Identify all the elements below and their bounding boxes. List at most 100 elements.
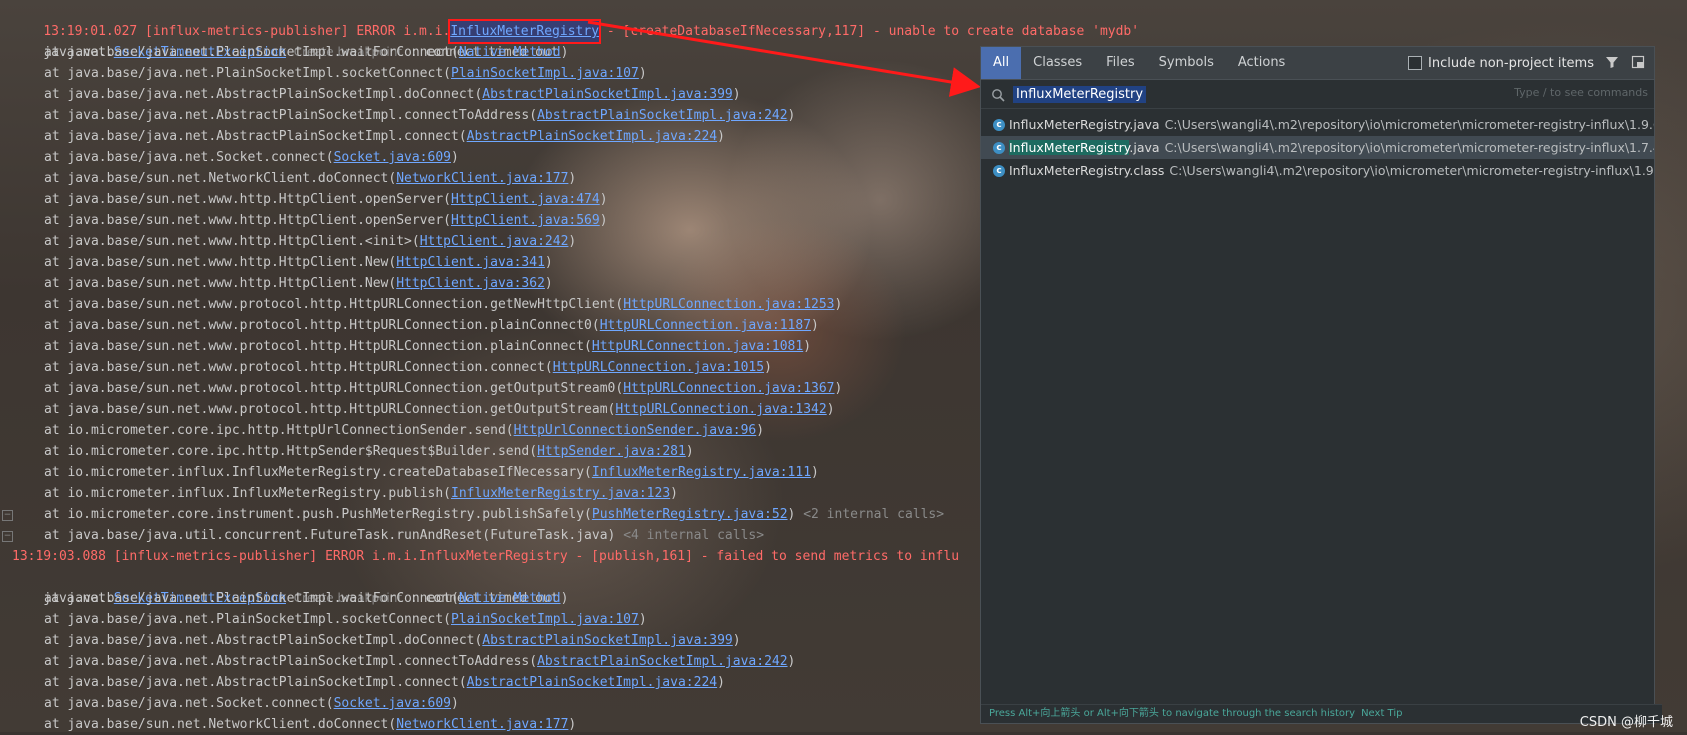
frame-method: at java.base/java.net.Socket.connect( bbox=[44, 696, 334, 711]
checkbox-box[interactable] bbox=[1408, 56, 1423, 70]
frame-method: at java.base/sun.net.www.http.HttpClient… bbox=[44, 255, 397, 270]
source-link[interactable]: HttpClient.java:362 bbox=[396, 276, 545, 291]
tab-files[interactable]: Files bbox=[1094, 47, 1147, 79]
popup-footer: Press Alt+向上箭头 or Alt+向下箭头 to navigate t… bbox=[981, 704, 1662, 723]
source-link[interactable]: HttpURLConnection.java:1015 bbox=[553, 360, 764, 375]
next-tip-link[interactable]: Next Tip bbox=[1361, 708, 1402, 719]
open-in-tool-window-icon[interactable] bbox=[1630, 55, 1646, 71]
frame-method: at java.base/java.net.AbstractPlainSocke… bbox=[44, 654, 538, 669]
stack-frame: at java.base/sun.net.NetworkClient.doCon… bbox=[0, 168, 576, 189]
exception-line-2: java.net.SocketTimeoutException Create b… bbox=[12, 567, 558, 606]
frame-tail: ) bbox=[811, 465, 819, 480]
source-link[interactable]: NetworkClient.java:177 bbox=[396, 717, 568, 732]
stack-frame: at java.base/sun.net.www.protocol.http.H… bbox=[0, 357, 772, 378]
source-link[interactable]: Native Method bbox=[459, 591, 561, 606]
internal-calls-fold[interactable]: <4 internal calls> bbox=[623, 528, 764, 543]
search-hint: Type / to see commands bbox=[1514, 86, 1648, 99]
frame-tail: ) bbox=[685, 444, 694, 459]
search-row: InfluxMeterRegistry Type / to see comman… bbox=[981, 80, 1654, 109]
frame-tail: ) bbox=[638, 66, 647, 81]
source-link[interactable]: AbstractPlainSocketImpl.java:399 bbox=[482, 87, 732, 102]
stack-frame: at io.micrometer.influx.InfluxMeterRegis… bbox=[0, 462, 819, 483]
frame-tail: ) bbox=[544, 276, 553, 291]
source-link[interactable]: PushMeterRegistry.java:52 bbox=[592, 507, 788, 522]
source-link[interactable]: PlainSocketImpl.java:107 bbox=[451, 66, 639, 81]
source-link[interactable]: HttpURLConnection.java:1253 bbox=[623, 297, 834, 312]
result-file-name: InfluxMeterRegistry.java bbox=[1009, 140, 1160, 155]
footer-hint: Press Alt+向上箭头 or Alt+向下箭头 to navigate t… bbox=[989, 708, 1356, 719]
frame-method: at io.micrometer.influx.InfluxMeterRegis… bbox=[44, 465, 592, 480]
tab-classes[interactable]: Classes bbox=[1021, 47, 1094, 79]
search-result-item[interactable]: c InfluxMeterRegistry.java C:\Users\wangli… bbox=[981, 136, 1654, 159]
error-line-2: 13:19:03.088 [influx-metrics-publisher] … bbox=[12, 549, 960, 564]
source-link[interactable]: HttpURLConnection.java:1187 bbox=[600, 318, 811, 333]
stack-frame: at java.base/java.net.AbstractPlainSocke… bbox=[0, 84, 741, 105]
frame-method: at io.micrometer.influx.InfluxMeterRegis… bbox=[44, 486, 451, 501]
frame-method: at java.base/sun.net.www.protocol.http.H… bbox=[44, 381, 624, 396]
source-link[interactable]: HttpURLConnection.java:1342 bbox=[615, 402, 826, 417]
source-link[interactable]: PlainSocketImpl.java:107 bbox=[451, 612, 639, 627]
include-non-project-checkbox[interactable]: Include non-project items bbox=[1408, 56, 1594, 71]
source-link[interactable]: Socket.java:609 bbox=[334, 150, 451, 165]
frame-method: at java.base/java.util.concurrent.Future… bbox=[44, 528, 624, 543]
tab-all[interactable]: All bbox=[981, 47, 1022, 79]
stack-frame: at java.base/java.net.AbstractPlainSocke… bbox=[0, 105, 795, 126]
search-result-item[interactable]: c InfluxMeterRegistry.java C:\Users\wangli… bbox=[981, 113, 1654, 136]
frame-tail: ) bbox=[544, 255, 553, 270]
frame-tail: ) bbox=[560, 45, 569, 60]
source-link[interactable]: AbstractPlainSocketImpl.java:242 bbox=[537, 108, 787, 123]
source-link[interactable]: HttpClient.java:242 bbox=[420, 234, 569, 249]
error-line-1: 13:19:01.027 [influx-metrics-publisher] … bbox=[12, 0, 1139, 44]
frame-method: at java.base/java.net.Socket.connect( bbox=[44, 150, 334, 165]
source-link[interactable]: HttpURLConnection.java:1081 bbox=[592, 339, 803, 354]
filter-icon[interactable] bbox=[1604, 55, 1620, 71]
source-link[interactable]: HttpURLConnection.java:1367 bbox=[623, 381, 834, 396]
source-link[interactable]: AbstractPlainSocketImpl.java:224 bbox=[467, 129, 717, 144]
stack-frame: at java.base/java.util.concurrent.Future… bbox=[0, 525, 764, 546]
source-link[interactable]: InfluxMeterRegistry.java:111 bbox=[592, 465, 811, 480]
internal-calls-fold[interactable]: <2 internal calls> bbox=[803, 507, 944, 522]
frame-method: at java.base/sun.net.www.protocol.http.H… bbox=[44, 360, 553, 375]
frame-tail: ) bbox=[826, 402, 835, 417]
tabs-toolbar: Include non-project items bbox=[1408, 47, 1646, 79]
source-link[interactable]: HttpClient.java:569 bbox=[451, 213, 600, 228]
source-link[interactable]: Native Method bbox=[459, 45, 561, 60]
frame-tail: ) bbox=[756, 423, 765, 438]
source-link[interactable]: Socket.java:609 bbox=[334, 696, 451, 711]
search-icon bbox=[991, 87, 1005, 102]
frame-tail: ) bbox=[599, 213, 608, 228]
search-input[interactable]: InfluxMeterRegistry bbox=[1013, 85, 1147, 103]
source-link[interactable]: AbstractPlainSocketImpl.java:242 bbox=[537, 654, 787, 669]
frame-tail: ) bbox=[803, 339, 812, 354]
frame-tail: ) bbox=[451, 150, 459, 165]
source-link[interactable]: HttpUrlConnectionSender.java:96 bbox=[514, 423, 757, 438]
stack-frame: at java.base/java.net.PlainSocketImpl.so… bbox=[0, 63, 647, 84]
stack-frame: at java.base/java.net.PlainSocketImpl.so… bbox=[0, 609, 647, 630]
stack-frame: at java.base/java.net.AbstractPlainSocke… bbox=[0, 630, 741, 651]
class-file-icon: c bbox=[993, 118, 1005, 131]
frame-tail: ) bbox=[717, 675, 725, 690]
tab-symbols[interactable]: Symbols bbox=[1147, 47, 1226, 79]
tab-actions[interactable]: Actions bbox=[1226, 47, 1298, 79]
frame-tail: ) bbox=[568, 717, 577, 732]
query-match-highlight: InfluxMeterRegistry bbox=[1009, 140, 1130, 155]
stack-frame: at java.base/sun.net.www.protocol.http.H… bbox=[0, 315, 819, 336]
stack-frame: at java.base/java.net.PlainSocketImpl.wa… bbox=[0, 588, 568, 609]
search-result-item[interactable]: c InfluxMeterRegistry.class C:\Users\wangl… bbox=[981, 159, 1654, 182]
frame-method: at java.base/sun.net.www.http.HttpClient… bbox=[44, 276, 397, 291]
search-results: c InfluxMeterRegistry.java C:\Users\wangli… bbox=[981, 109, 1654, 182]
frame-tail: ) bbox=[568, 171, 577, 186]
frame-tail: ) bbox=[599, 192, 608, 207]
source-link[interactable]: AbstractPlainSocketImpl.java:224 bbox=[467, 675, 717, 690]
source-link[interactable]: NetworkClient.java:177 bbox=[396, 171, 568, 186]
frame-tail: ) bbox=[638, 612, 647, 627]
result-file-path: C:\Users\wangli4\.m2\repository\io\micro… bbox=[1164, 140, 1654, 155]
frame-method: at io.micrometer.core.ipc.http.HttpUrlCo… bbox=[44, 423, 514, 438]
source-link[interactable]: HttpSender.java:281 bbox=[537, 444, 686, 459]
frame-method: at java.base/sun.net.NetworkClient.doCon… bbox=[44, 717, 397, 732]
source-link[interactable]: InfluxMeterRegistry.java:123 bbox=[451, 486, 670, 501]
source-link[interactable]: AbstractPlainSocketImpl.java:399 bbox=[482, 633, 732, 648]
frame-tail: ) bbox=[717, 129, 725, 144]
source-link[interactable]: HttpClient.java:341 bbox=[396, 255, 545, 270]
source-link[interactable]: HttpClient.java:474 bbox=[451, 192, 600, 207]
